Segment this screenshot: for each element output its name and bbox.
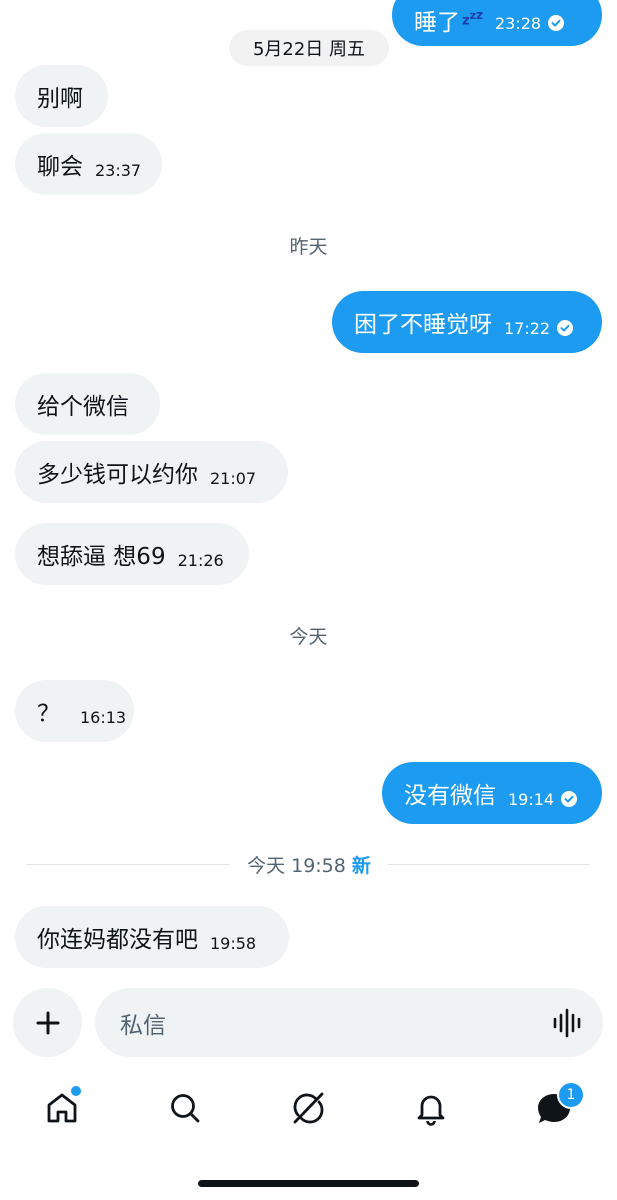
tab-home[interactable] [40,1084,84,1130]
message-text: 困了不睡觉呀 [354,312,492,338]
message-text: 给个微信 [37,394,129,420]
message-input[interactable]: 私信 [95,988,603,1057]
message-bubble-incoming[interactable]: 想舔逼 想69 21:26 [15,523,249,585]
message-bubble-incoming[interactable]: 给个微信 [15,373,160,435]
message-time: 23:37 [95,160,142,180]
voice-message-button[interactable] [552,1008,584,1038]
read-check-icon [548,15,565,31]
message-bubble-outgoing[interactable]: 困了不睡觉呀 17:22 [332,291,602,353]
read-check-icon [557,320,574,336]
message-time: 23:28 [494,13,542,33]
message-text: 你连妈都没有吧 [37,927,198,953]
message-text: 想舔逼 想69 [37,544,166,570]
date-separator: 5月22日 周五 [229,30,389,66]
plus-icon [36,1011,59,1034]
message-bubble-outgoing[interactable]: 没有微信 19:14 [382,762,602,824]
home-notification-dot [69,1084,83,1098]
day-label-today: 今天 [289,626,328,648]
message-time: 21:26 [177,550,224,570]
day-label-yesterday: 昨天 [289,236,328,258]
message-text: 别啊 [37,86,83,112]
divider-line-right [388,864,590,865]
search-icon [171,1094,200,1123]
new-messages-divider: 今天 19:58 新 [230,851,388,878]
message-bubble-incoming[interactable]: 你连妈都没有吧 19:58 [15,906,289,968]
messages-badge: 1 [557,1081,585,1109]
message-time: 17:22 [504,318,551,338]
tab-notifications[interactable] [409,1086,453,1130]
message-time: 16:13 [80,707,127,727]
tab-search[interactable] [163,1086,207,1130]
new-divider-time: 今天 19:58 [247,855,346,877]
message-bubble-incoming[interactable]: 别啊 [15,65,108,127]
zzz-emoji-icon: zzz [462,7,483,29]
message-time: 19:58 [210,933,257,953]
message-text: 多少钱可以约你 [37,462,198,488]
message-time: 21:07 [210,468,257,488]
add-media-button[interactable] [13,988,82,1057]
tab-grok[interactable] [286,1086,330,1130]
voice-wave-icon [553,1008,581,1038]
bell-icon [417,1095,445,1126]
message-text: 睡了 [414,10,460,36]
message-time: 19:14 [508,789,555,809]
grok-icon [293,1092,324,1124]
message-text: ？ [37,701,60,727]
new-tag: 新 [351,855,371,877]
message-input-placeholder: 私信 [120,1012,166,1039]
message-text: 聊会 [37,154,83,180]
tab-messages[interactable]: 1 [532,1081,585,1130]
message-text: 没有微信 [404,783,496,809]
message-bubble-incoming[interactable]: 聊会 23:37 [15,133,162,195]
message-bubble-incoming[interactable]: 多少钱可以约你 21:07 [15,441,288,503]
message-bubble-outgoing[interactable]: 睡了 zzz 23:28 [392,0,602,46]
home-indicator [198,1180,419,1187]
message-bubble-incoming[interactable]: ？ 16:13 [15,680,134,742]
read-check-icon [561,791,578,807]
divider-line-left [26,864,230,865]
